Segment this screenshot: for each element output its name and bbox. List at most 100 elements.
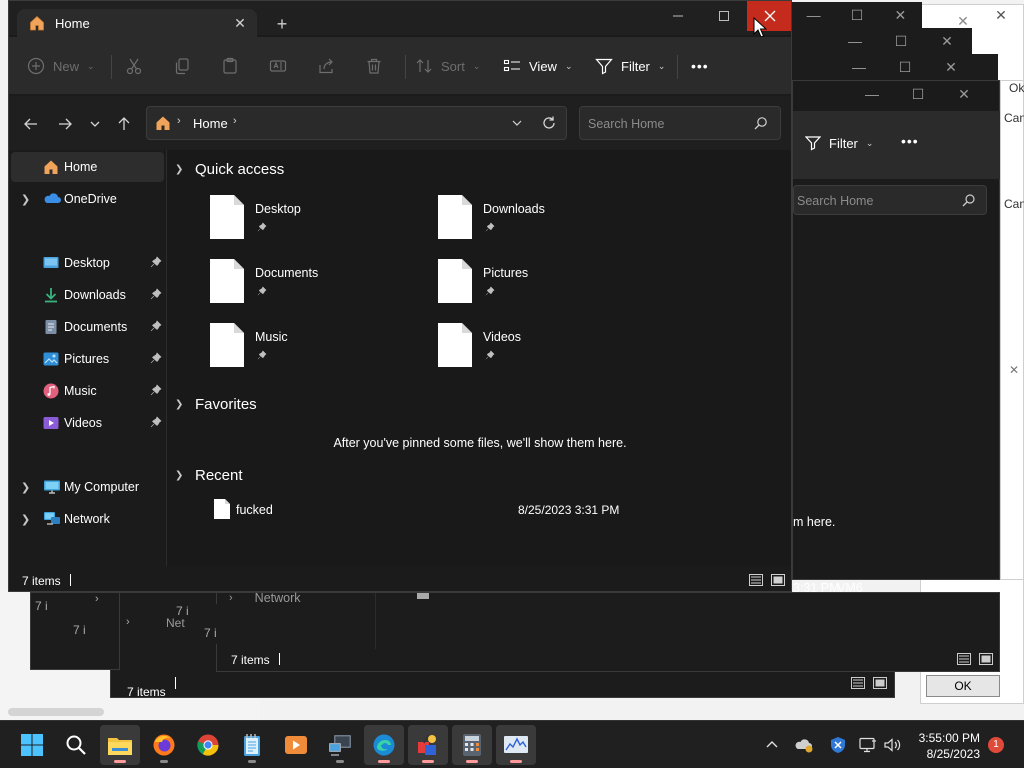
tab-close-icon[interactable]: ✕ — [231, 14, 249, 32]
sidebar-item-downloads[interactable]: Downloads — [11, 280, 164, 310]
quick-access-header[interactable]: ❯ Quick access — [175, 158, 284, 180]
sidebar-item-home[interactable]: Home — [11, 152, 164, 182]
ok-button[interactable]: Ok — [1009, 81, 1024, 95]
tab-home[interactable]: Home ✕ — [17, 9, 257, 37]
volume-icon[interactable] — [882, 735, 902, 755]
show-hidden-icons-button[interactable] — [762, 735, 782, 755]
address-history-icon[interactable] — [511, 117, 523, 129]
maximize-icon[interactable]: ☐ — [882, 54, 928, 80]
forward-button[interactable] — [51, 110, 79, 138]
quick-access-item[interactable]: Pictures — [437, 258, 637, 314]
taskbar-app-edge[interactable] — [364, 725, 404, 765]
details-view-icon[interactable] — [957, 653, 971, 665]
more-icon[interactable]: ••• — [901, 133, 919, 149]
clock-date[interactable]: 8/25/2023 — [906, 747, 980, 761]
close-icon[interactable]: ✕ — [928, 54, 974, 80]
minimize-icon[interactable]: — — [832, 28, 878, 54]
tiles-view-icon[interactable] — [771, 574, 785, 586]
chevron-right-icon: › — [177, 115, 181, 127]
maximize-icon[interactable]: ☐ — [835, 2, 878, 28]
search-box[interactable] — [579, 106, 781, 140]
address-bar[interactable]: › Home › — [146, 106, 567, 140]
sidebar-item-my-computer[interactable]: ❯ My Computer — [11, 472, 164, 502]
back-button[interactable] — [17, 110, 45, 138]
refresh-icon[interactable] — [541, 115, 557, 131]
cancel-button[interactable]: Can — [1004, 197, 1024, 211]
taskbar-search-button[interactable] — [56, 725, 96, 765]
close-icon[interactable]: ✕ — [978, 2, 1024, 28]
security-icon[interactable] — [828, 735, 848, 755]
filter-button[interactable]: Filter ⌄ — [595, 37, 665, 95]
quick-access-item[interactable]: Downloads — [437, 194, 637, 250]
taskbar-app-remote-desktop[interactable] — [320, 725, 360, 765]
chevron-right-icon[interactable]: ❯ — [21, 481, 30, 494]
chevron-right-icon[interactable]: › — [233, 115, 237, 127]
sort-button[interactable]: Sort ⌄ — [415, 37, 480, 95]
recent-locations-button[interactable] — [81, 110, 109, 138]
taskbar-app-notepad[interactable] — [232, 725, 272, 765]
close-icon[interactable]: ✕ — [941, 81, 987, 107]
new-button[interactable]: New ⌄ — [27, 37, 95, 95]
favorites-header[interactable]: ❯ Favorites — [175, 393, 257, 415]
minimize-icon[interactable]: — — [792, 2, 835, 28]
network-icon[interactable] — [858, 735, 878, 755]
onedrive-status-icon[interactable] — [794, 735, 814, 755]
cancel-button[interactable]: Can — [1004, 111, 1024, 125]
new-tab-button[interactable]: + — [271, 13, 293, 35]
sidebar-item-desktop[interactable]: Desktop — [11, 248, 164, 278]
notification-badge[interactable]: 1 — [988, 737, 1004, 753]
taskbar-app-chrome[interactable] — [188, 725, 228, 765]
horizontal-scrollbar[interactable] — [8, 708, 104, 716]
cut-button[interactable] — [125, 37, 143, 95]
taskbar-app-paint[interactable] — [408, 725, 448, 765]
sidebar-item-network[interactable]: ❯ Network — [11, 504, 164, 534]
recent-header[interactable]: ❯ Recent — [175, 464, 243, 486]
quick-access-item[interactable]: Desktop — [209, 194, 409, 250]
quick-access-item[interactable]: Music — [209, 322, 409, 378]
clock-time[interactable]: 3:55:00 PM — [906, 731, 980, 745]
sidebar-item-onedrive[interactable]: ❯ OneDrive — [11, 184, 164, 214]
up-button[interactable] — [110, 110, 138, 138]
close-icon[interactable]: ✕ — [879, 2, 922, 28]
start-button[interactable] — [12, 725, 52, 765]
maximize-icon[interactable]: ☐ — [895, 81, 941, 107]
details-view-icon[interactable] — [749, 574, 763, 586]
view-button[interactable]: View ⌄ — [503, 37, 573, 95]
paste-button[interactable] — [221, 37, 239, 95]
search-input[interactable] — [588, 115, 748, 133]
quick-access-item[interactable]: Documents — [209, 258, 409, 314]
taskbar-app-calculator[interactable] — [452, 725, 492, 765]
search-icon[interactable] — [754, 116, 768, 130]
minimize-button[interactable] — [655, 1, 701, 31]
tiles-view-icon[interactable] — [873, 677, 887, 689]
minimize-icon[interactable]: — — [849, 81, 895, 107]
maximize-button[interactable] — [701, 1, 747, 31]
taskbar-app-media-player[interactable] — [276, 725, 316, 765]
chevron-right-icon: › — [229, 592, 233, 604]
sidebar-item-videos[interactable]: Videos — [11, 408, 164, 438]
rename-button[interactable] — [269, 37, 287, 95]
tiles-view-icon[interactable] — [979, 653, 993, 665]
chevron-right-icon[interactable]: ❯ — [21, 193, 30, 206]
maximize-icon[interactable]: ☐ — [878, 28, 924, 54]
minimize-icon[interactable]: — — [836, 54, 882, 80]
chevron-right-icon[interactable]: ❯ — [21, 513, 30, 526]
more-options-button[interactable]: ••• — [691, 37, 709, 95]
details-view-icon[interactable] — [851, 677, 865, 689]
share-button[interactable] — [317, 37, 335, 95]
sidebar-item-pictures[interactable]: Pictures — [11, 344, 164, 374]
taskbar-app-resource-monitor[interactable] — [496, 725, 536, 765]
background-filter-button[interactable]: Filter ⌄ — [805, 135, 873, 151]
copy-button[interactable] — [173, 37, 191, 95]
ok-button[interactable]: OK — [926, 675, 1000, 697]
quick-access-item[interactable]: Videos — [437, 322, 637, 378]
sidebar-item-documents[interactable]: Documents — [11, 312, 164, 342]
delete-button[interactable] — [365, 37, 383, 95]
recent-file-row[interactable]: fucked 8/25/2023 3:31 PM — [203, 498, 643, 522]
sidebar-item-music[interactable]: Music — [11, 376, 164, 406]
taskbar-app-file-explorer[interactable] — [100, 725, 140, 765]
breadcrumb-home[interactable]: Home — [193, 116, 228, 131]
close-icon[interactable]: ✕ — [1009, 363, 1019, 377]
taskbar-app-firefox[interactable] — [144, 725, 184, 765]
background-search-field[interactable]: Search Home — [793, 185, 987, 215]
